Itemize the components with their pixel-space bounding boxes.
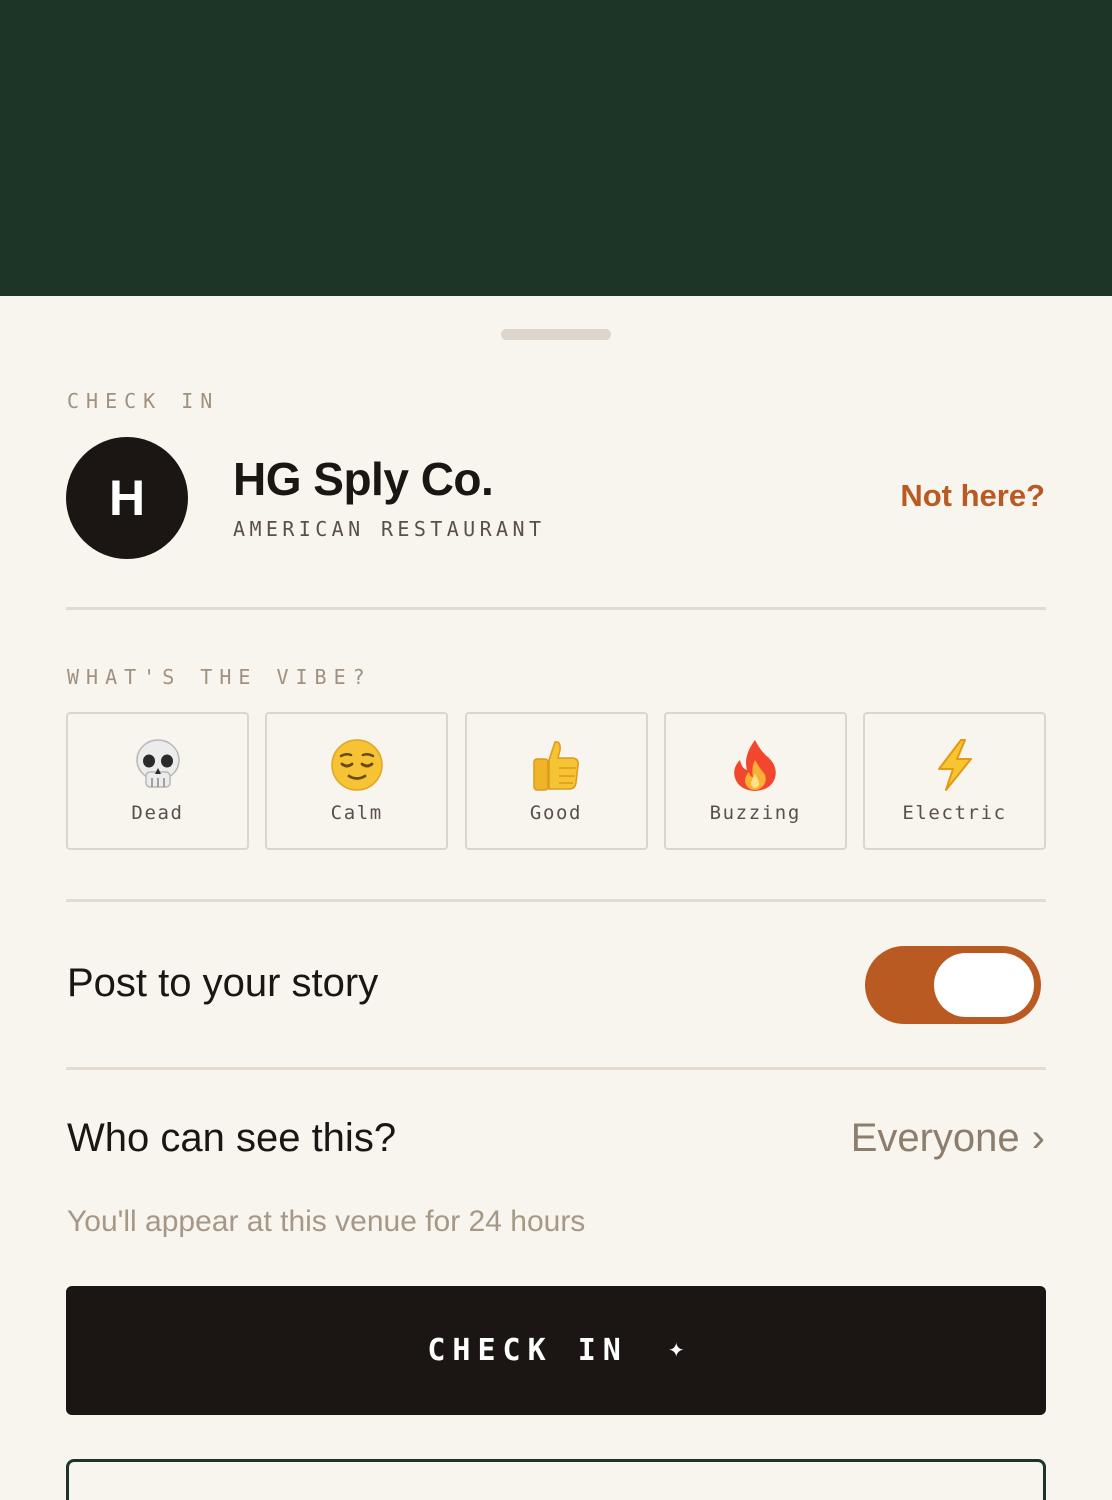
divider <box>66 899 1046 902</box>
vibe-heading: WHAT'S THE VIBE? <box>67 665 372 689</box>
sheet-drag-handle[interactable] <box>501 329 611 340</box>
vibe-option-label: Dead <box>131 802 184 824</box>
post-to-story-label: Post to your story <box>67 961 379 1005</box>
visibility-value: Everyone <box>850 1116 1020 1160</box>
vibe-option-label: Calm <box>330 802 383 824</box>
divider <box>66 607 1046 610</box>
check-in-button-label: CHECK IN <box>427 1333 628 1368</box>
vibe-option-label: Buzzing <box>709 802 801 824</box>
vibe-option-buzzing[interactable]: Buzzing <box>663 712 847 850</box>
vibe-option-label: Good <box>529 802 583 824</box>
venue-category: AMERICAN RESTAURANT <box>233 517 546 541</box>
venue-initial: H <box>108 470 146 526</box>
check-in-button[interactable]: CHECK IN ✦ <box>66 1286 1046 1415</box>
vibe-option-electric[interactable]: Electric <box>863 712 1046 850</box>
map-header-area <box>0 0 1112 296</box>
venue-name: HG Sply Co. <box>233 453 494 505</box>
toggle-knob <box>934 953 1034 1017</box>
lightning-icon <box>928 738 982 792</box>
post-to-story-toggle[interactable] <box>865 946 1041 1024</box>
relieved-face-icon <box>330 738 384 792</box>
vibe-option-label: Electric <box>902 802 1007 824</box>
venue-avatar: H <box>66 437 188 559</box>
not-here-link[interactable]: Not here? <box>900 478 1045 514</box>
duration-note: You'll appear at this venue for 24 hours <box>67 1205 586 1238</box>
vibe-option-dead[interactable]: Dead <box>66 712 249 850</box>
visibility-label: Who can see this? <box>67 1116 397 1160</box>
thumbs-up-icon <box>529 738 583 792</box>
vibe-options: Dead Calm Good Buzzing Electric <box>66 712 1046 850</box>
visibility-selector[interactable]: Everyone › <box>851 1116 1045 1161</box>
secondary-button[interactable] <box>66 1459 1046 1500</box>
vibe-option-good[interactable]: Good <box>464 712 648 850</box>
check-in-sheet: CHECK IN H HG Sply Co. AMERICAN RESTAURA… <box>0 296 1112 1500</box>
chevron-right-icon: › <box>1031 1116 1045 1160</box>
vibe-option-calm[interactable]: Calm <box>265 712 449 850</box>
sparkle-icon: ✦ <box>667 1340 685 1362</box>
skull-icon <box>131 738 185 792</box>
fire-icon <box>728 738 782 792</box>
divider <box>66 1067 1046 1070</box>
sheet-eyebrow: CHECK IN <box>67 389 220 413</box>
